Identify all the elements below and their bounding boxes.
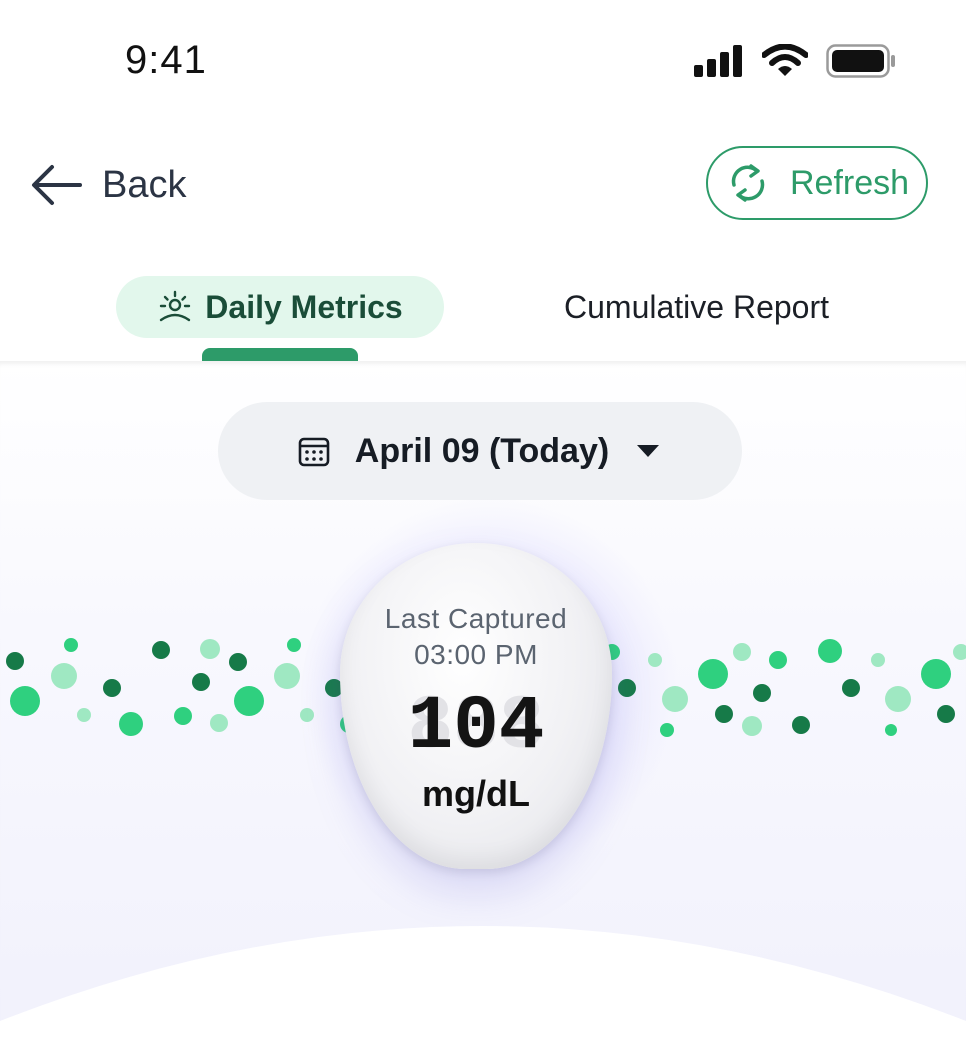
wifi-icon bbox=[762, 44, 808, 76]
status-icons bbox=[694, 44, 896, 78]
tab-cumulative-report[interactable]: Cumulative Report bbox=[548, 276, 845, 338]
battery-icon bbox=[826, 44, 895, 78]
refresh-button[interactable]: Refresh bbox=[706, 146, 928, 220]
status-time: 9:41 bbox=[125, 38, 207, 82]
tab-bar: Daily Metrics Cumulative Report bbox=[0, 260, 966, 362]
refresh-label: Refresh bbox=[790, 163, 910, 202]
daily-metrics-panel: April 09 (Today) Last Captured 03:00 PM … bbox=[0, 361, 966, 1046]
back-label: Back bbox=[102, 163, 187, 206]
sun-horizon-icon bbox=[160, 290, 191, 322]
active-tab-indicator bbox=[202, 348, 358, 362]
tab-daily-metrics-label: Daily Metrics bbox=[205, 288, 403, 325]
tab-daily-metrics[interactable]: Daily Metrics bbox=[116, 276, 444, 338]
arrow-left-icon bbox=[32, 165, 82, 205]
refresh-icon bbox=[731, 164, 765, 202]
bottom-arc bbox=[0, 926, 966, 1046]
back-button[interactable]: Back bbox=[30, 155, 186, 215]
cellular-signal-icon bbox=[694, 45, 742, 77]
tab-cumulative-report-label: Cumulative Report bbox=[564, 288, 829, 325]
status-bar: 9:41 bbox=[0, 0, 966, 120]
